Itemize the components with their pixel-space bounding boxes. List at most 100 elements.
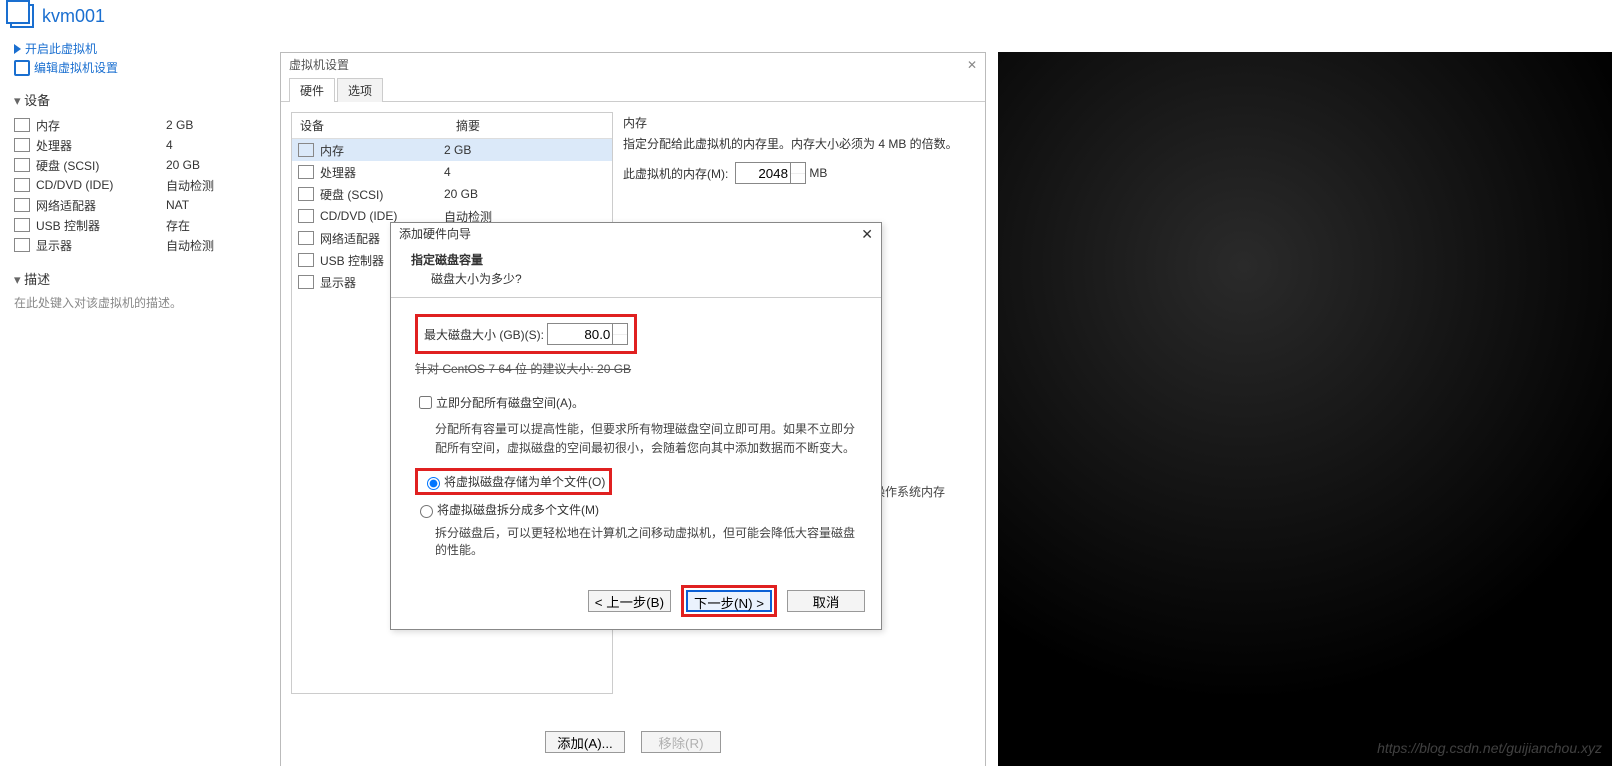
tab-options[interactable]: 选项 xyxy=(337,78,383,102)
disk-size-label: 最大磁盘大小 (GB)(S): xyxy=(424,326,544,343)
multi-file-label: 将虚拟磁盘拆分成多个文件(M) xyxy=(437,501,599,518)
device-icon xyxy=(14,178,30,192)
device-value: 存在 xyxy=(166,217,190,234)
memory-label: 此虚拟机的内存(M): xyxy=(623,165,735,182)
vm-summary-sidebar: 开启此虚拟机 编辑虚拟机设置 设备 内存2 GB处理器4硬盘 (SCSI)20 … xyxy=(0,30,280,319)
wizard-title: 添加硬件向导 xyxy=(399,223,471,245)
hardware-summary: 4 xyxy=(438,165,451,179)
hardware-icon xyxy=(298,253,314,267)
recommended-size: 针对 CentOS 7 64 位 的建议大小: 20 GB xyxy=(415,360,857,377)
hardware-icon xyxy=(298,209,314,223)
device-icon xyxy=(14,218,30,232)
wizard-cancel-button[interactable]: 取消 xyxy=(787,590,865,612)
multi-file-radio[interactable] xyxy=(420,505,433,518)
wizard-heading: 指定磁盘容量 xyxy=(411,251,861,268)
tab-hardware[interactable]: 硬件 xyxy=(289,78,335,102)
hardware-name: 内存 xyxy=(320,142,344,159)
allocate-now-checkbox[interactable] xyxy=(419,396,432,409)
wizard-back-button[interactable]: < 上一步(B) xyxy=(588,590,671,612)
single-file-radio-highlight: 将虚拟磁盘存储为单个文件(O) xyxy=(415,468,612,495)
single-file-radio[interactable] xyxy=(427,477,440,490)
devices-section-header[interactable]: 设备 xyxy=(14,90,266,109)
hardware-row[interactable]: 硬盘 (SCSI) 20 GB xyxy=(292,183,612,205)
hw-col-summary: 摘要 xyxy=(448,113,488,138)
wizard-next-button[interactable]: 下一步(N) > xyxy=(686,590,772,612)
device-name: USB 控制器 xyxy=(36,217,166,234)
device-row[interactable]: 处理器4 xyxy=(14,135,266,155)
memory-panel-text: 指定分配给此虚拟机的内存里。内存大小必须为 4 MB 的倍数。 xyxy=(623,135,975,152)
device-icon xyxy=(14,138,30,152)
wrench-icon xyxy=(14,60,30,76)
play-icon xyxy=(14,44,21,54)
device-row[interactable]: CD/DVD (IDE)自动检测 xyxy=(14,175,266,195)
settings-close-icon[interactable]: ✕ xyxy=(967,53,977,77)
device-value: 2 GB xyxy=(166,118,193,132)
add-hardware-button[interactable]: 添加(A)... xyxy=(545,731,625,753)
hardware-row[interactable]: 内存 2 GB xyxy=(292,139,612,161)
description-section-header[interactable]: 描述 xyxy=(14,269,266,288)
disk-size-input[interactable] xyxy=(547,323,613,345)
watermark: https://blog.csdn.net/guijianchou.xyz xyxy=(1377,740,1602,756)
edit-settings-label: 编辑虚拟机设置 xyxy=(34,59,118,76)
device-name: 网络适配器 xyxy=(36,197,166,214)
hardware-icon xyxy=(298,275,314,289)
remove-hardware-button[interactable]: 移除(R) xyxy=(641,731,721,753)
power-on-link[interactable]: 开启此虚拟机 xyxy=(14,40,266,57)
device-value: 20 GB xyxy=(166,158,200,172)
wizard-next-highlight: 下一步(N) > xyxy=(681,585,777,617)
device-icon xyxy=(14,198,30,212)
device-value: 4 xyxy=(166,138,173,152)
hardware-name: 显示器 xyxy=(320,274,356,291)
multi-file-radio-row[interactable]: 将虚拟磁盘拆分成多个文件(M) xyxy=(415,501,857,518)
device-icon xyxy=(14,158,30,172)
power-on-label: 开启此虚拟机 xyxy=(25,40,97,57)
disk-size-row: 最大磁盘大小 (GB)(S): xyxy=(415,314,637,354)
memory-spinner[interactable] xyxy=(791,162,806,184)
single-file-radio-row[interactable]: 将虚拟磁盘存储为单个文件(O) xyxy=(422,473,605,490)
hardware-icon xyxy=(298,231,314,245)
device-value: NAT xyxy=(166,198,189,212)
hardware-icon xyxy=(298,165,314,179)
device-value: 自动检测 xyxy=(166,237,214,254)
hardware-row[interactable]: 处理器 4 xyxy=(292,161,612,183)
hardware-icon xyxy=(298,143,314,157)
hardware-icon xyxy=(298,187,314,201)
vm-icon xyxy=(10,4,34,28)
allocate-now-label: 立即分配所有磁盘空间(A)。 xyxy=(436,394,584,411)
memory-unit: MB xyxy=(809,166,827,180)
allocate-now-explain: 分配所有容量可以提高性能，但要求所有物理磁盘空间立即可用。如果不立即分配所有空间… xyxy=(435,420,857,458)
hw-col-device: 设备 xyxy=(292,113,448,138)
memory-input[interactable] xyxy=(735,162,791,184)
settings-dialog-title: 虚拟机设置 xyxy=(289,53,349,77)
devices-list: 内存2 GB处理器4硬盘 (SCSI)20 GBCD/DVD (IDE)自动检测… xyxy=(14,115,266,255)
description-placeholder[interactable]: 在此处键入对该虚拟机的描述。 xyxy=(14,294,266,311)
os-memory-note: 操作系统内存 xyxy=(873,483,945,500)
memory-panel-title: 内存 xyxy=(623,114,975,131)
hardware-name: 网络适配器 xyxy=(320,230,380,247)
single-file-label: 将虚拟磁盘存储为单个文件(O) xyxy=(444,473,605,490)
device-name: 显示器 xyxy=(36,237,166,254)
device-row[interactable]: 硬盘 (SCSI)20 GB xyxy=(14,155,266,175)
hardware-summary: 20 GB xyxy=(438,187,478,201)
device-row[interactable]: 显示器自动检测 xyxy=(14,235,266,255)
device-name: 处理器 xyxy=(36,137,166,154)
vm-name: kvm001 xyxy=(42,6,105,27)
hardware-name: CD/DVD (IDE) xyxy=(320,209,397,223)
hardware-name: USB 控制器 xyxy=(320,252,384,269)
device-row[interactable]: 网络适配器NAT xyxy=(14,195,266,215)
allocate-now-checkbox-row[interactable]: 立即分配所有磁盘空间(A)。 xyxy=(415,393,857,412)
disk-size-spinner[interactable] xyxy=(613,323,628,345)
vm-console-preview: https://blog.csdn.net/guijianchou.xyz xyxy=(998,52,1612,766)
multi-file-explain: 拆分磁盘后，可以更轻松地在计算机之间移动虚拟机，但可能会降低大容量磁盘的性能。 xyxy=(435,524,857,558)
hardware-summary: 2 GB xyxy=(438,143,471,157)
wizard-close-icon[interactable]: ✕ xyxy=(861,223,873,245)
device-row[interactable]: USB 控制器存在 xyxy=(14,215,266,235)
hardware-name: 硬盘 (SCSI) xyxy=(320,186,383,203)
vm-tab-header: kvm001 xyxy=(0,0,1612,32)
device-icon xyxy=(14,118,30,132)
device-name: 硬盘 (SCSI) xyxy=(36,157,166,174)
hardware-name: 处理器 xyxy=(320,164,356,181)
edit-settings-link[interactable]: 编辑虚拟机设置 xyxy=(14,59,266,76)
device-row[interactable]: 内存2 GB xyxy=(14,115,266,135)
device-name: CD/DVD (IDE) xyxy=(36,178,166,192)
